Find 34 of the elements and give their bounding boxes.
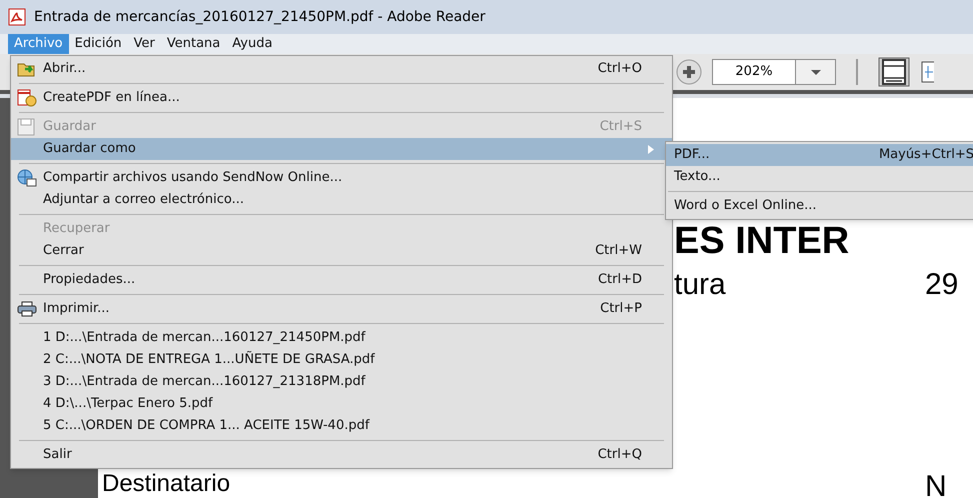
create-pdf-icon [17,89,37,107]
document-text: N [925,472,947,498]
globe-mail-icon [17,169,37,187]
window-title: Entrada de mercancías_20160127_21450PM.pdf - Adobe Reader [34,8,486,26]
zoom-in-icon[interactable] [676,59,702,85]
menu-item[interactable]: 1 D:...\Entrada de mercan...160127_21450PM.pdf [11,327,672,349]
menu-item[interactable]: Guardar como [11,138,672,160]
document-text: Destinatario [102,472,230,496]
printer-icon [17,301,37,317]
document-text: 29 [925,270,958,300]
open-folder-icon [17,61,37,77]
menu-item[interactable]: Cerrar Ctrl+W [11,240,672,262]
menu-item[interactable]: 2 C:...\NOTA DE ENTREGA 1...UÑETE DE GRASA.pdf [11,349,672,371]
menu-title[interactable]: Edición [68,34,128,54]
menu-item[interactable]: Word o Excel Online... [666,195,973,217]
document-text: tura [674,270,726,300]
menu-item[interactable]: CreatePDF en línea... [11,87,672,109]
dropdown-caret-icon [810,70,820,74]
menu-item[interactable]: Salir Ctrl+Q [11,444,672,466]
menu-title[interactable]: Ver [128,34,161,54]
zoom-field[interactable]: 202% [712,59,836,85]
menu-item[interactable]: 5 C:...\ORDEN DE COMPRA 1... ACEITE 15W-40.pdf [11,415,672,437]
document-heading: ES INTER [674,222,850,260]
menu-item[interactable]: Abrir... Ctrl+O [11,58,672,80]
menu-item[interactable]: 4 D:\...\Terpac Enero 5.pdf [11,393,672,415]
menu-item[interactable]: Texto... [666,166,973,188]
menu-item[interactable]: 3 D:...\Entrada de mercan...160127_21318PM.pdf [11,371,672,393]
pdf-file-icon [8,8,26,26]
menu-title[interactable]: Ventana [160,34,226,54]
menu-item[interactable]: Propiedades... Ctrl+D [11,269,672,291]
menu-item[interactable]: PDF... Mayús+Ctrl+S [666,144,973,166]
menu-title[interactable]: Ayuda [226,34,278,54]
fit-width-icon[interactable] [878,57,910,87]
menu-item[interactable]: Imprimir... Ctrl+P [11,298,672,320]
